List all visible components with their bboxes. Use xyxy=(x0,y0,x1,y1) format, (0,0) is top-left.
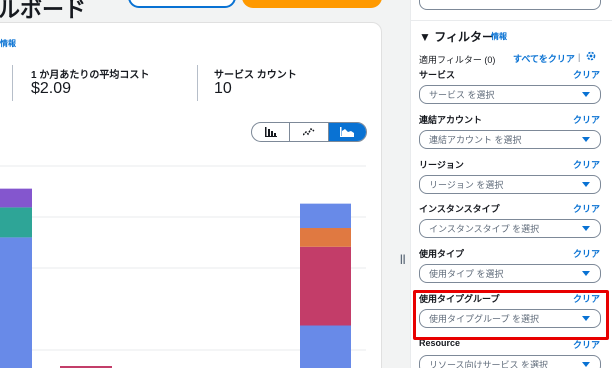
service-count-value: 10 xyxy=(214,80,232,97)
bar-segment[interactable] xyxy=(0,188,32,208)
cost-dashboard: ルボード 情報 1 か月あたりの平均コスト $2.09 サービス カウント 10… xyxy=(0,0,612,368)
separator: | xyxy=(578,52,581,62)
service-count-label: サービス カウント xyxy=(214,70,297,81)
filter-clear-linked-account[interactable]: クリア xyxy=(573,113,600,126)
region-select-placeholder: リージョン を選択 xyxy=(429,180,504,190)
stat-divider xyxy=(197,65,198,101)
clear-all-link[interactable]: すべてをクリア xyxy=(513,52,575,65)
secondary-header-button[interactable] xyxy=(128,0,236,8)
chart-type-toggle xyxy=(251,122,367,142)
bar-segment[interactable] xyxy=(300,325,351,368)
bar-segment[interactable] xyxy=(300,228,351,247)
linked-account-select[interactable]: 連結アカウント を選択 xyxy=(419,130,601,149)
applied-filters-count: 適用フィルター (0) xyxy=(419,55,496,65)
filter-info-link[interactable]: 情報 xyxy=(491,31,507,42)
info-link[interactable]: 情報 xyxy=(0,38,16,49)
instance-type-select-placeholder: インスタンスタイプ を選択 xyxy=(429,224,540,234)
highlight-box xyxy=(413,290,609,340)
primary-header-button[interactable] xyxy=(242,0,382,8)
stacked-area-button[interactable] xyxy=(328,123,366,141)
caret-down-icon xyxy=(582,362,590,367)
usage-type-select-placeholder: 使用タイプ を選択 xyxy=(429,269,504,279)
line-chart-button[interactable] xyxy=(290,123,329,141)
page-title: ルボード xyxy=(0,0,87,22)
cost-chart xyxy=(0,165,366,368)
stat-divider xyxy=(12,65,13,101)
stacked-area-icon xyxy=(340,127,355,137)
line-chart-icon xyxy=(302,127,315,136)
avg-cost-value: $2.09 xyxy=(31,80,72,97)
filter-label-region: リージョン xyxy=(419,160,464,170)
resource-select-placeholder: リソース向けサービス を選択 xyxy=(429,360,549,368)
filter-label-instance-type: インスタンスタイプ xyxy=(419,204,500,214)
service-select-placeholder: サービス を選択 xyxy=(429,90,495,100)
service-select[interactable]: サービス を選択 xyxy=(419,85,601,104)
caret-down-icon xyxy=(582,226,590,231)
caret-down-icon xyxy=(582,92,590,97)
region-select[interactable]: リージョン を選択 xyxy=(419,175,601,194)
gear-icon[interactable] xyxy=(585,50,597,62)
linked-account-select-placeholder: 連結アカウント を選択 xyxy=(429,135,522,145)
resource-select[interactable]: リソース向けサービス を選択 xyxy=(419,355,601,368)
instance-type-select[interactable]: インスタンスタイプ を選択 xyxy=(419,219,601,238)
bar-segment[interactable] xyxy=(300,246,351,326)
panel-resize-handle[interactable]: || xyxy=(400,254,406,265)
bar-segment[interactable] xyxy=(0,207,32,238)
filter-panel-title[interactable]: ▼ フィルター xyxy=(419,28,494,45)
panel-divider xyxy=(411,20,612,21)
filter-label-usage-type: 使用タイプ xyxy=(419,249,465,259)
caret-down-icon xyxy=(582,137,590,142)
filter-label-service: サービス xyxy=(419,70,456,80)
caret-down-icon xyxy=(582,271,590,276)
filter-clear-instance-type[interactable]: クリア xyxy=(573,202,600,215)
filter-clear-region[interactable]: クリア xyxy=(573,158,600,171)
bar-chart-icon xyxy=(264,127,277,137)
usage-type-select[interactable]: 使用タイプ を選択 xyxy=(419,264,601,283)
bar-segment[interactable] xyxy=(0,237,32,368)
panel-top-field[interactable] xyxy=(419,0,601,10)
filter-clear-usage-type[interactable]: クリア xyxy=(573,247,600,260)
bar-segment[interactable] xyxy=(300,203,351,229)
avg-cost-label: 1 か月あたりの平均コスト xyxy=(31,70,150,81)
bar-chart-button[interactable] xyxy=(252,123,291,141)
caret-down-icon xyxy=(582,182,590,187)
filter-label-linked-account: 連結アカウント xyxy=(419,115,483,125)
filter-clear-service[interactable]: クリア xyxy=(573,68,600,81)
